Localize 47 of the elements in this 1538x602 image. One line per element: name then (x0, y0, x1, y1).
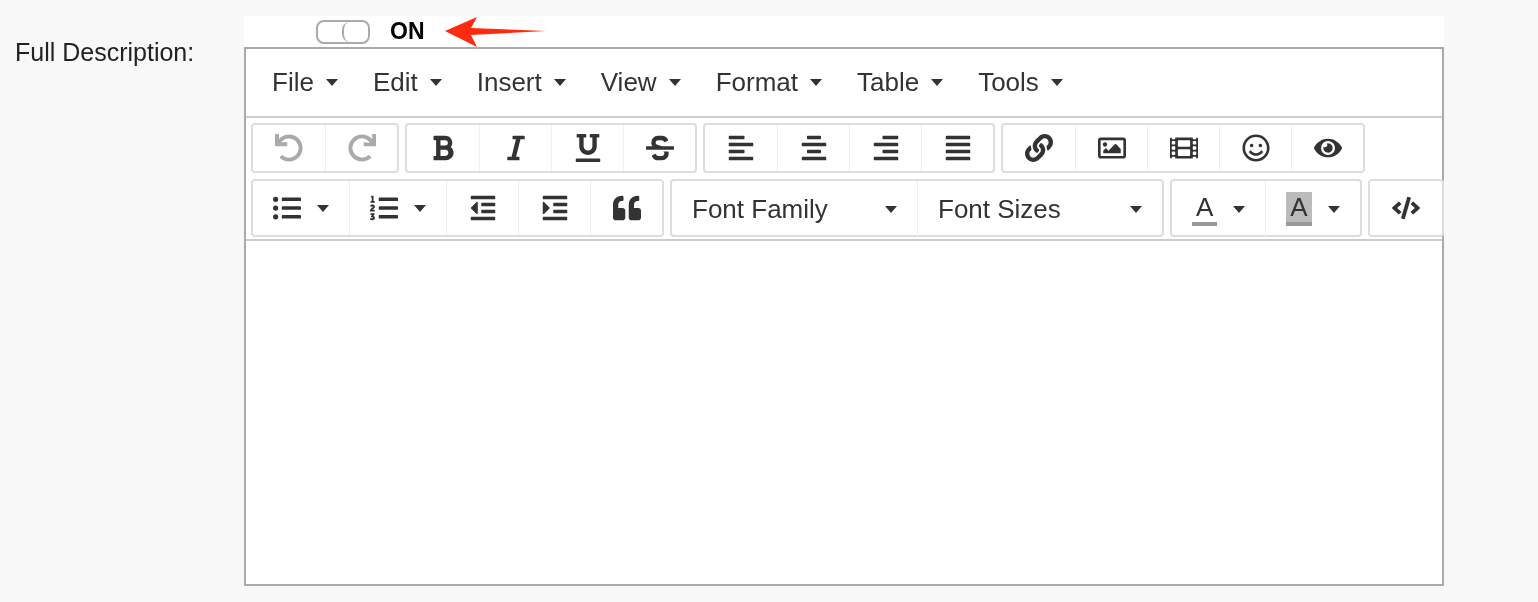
caret-icon (317, 204, 329, 212)
letter-a: A (1192, 192, 1218, 226)
code-icon (1391, 194, 1420, 222)
menu-item[interactable]: Table (857, 63, 944, 102)
smiley-icon (1241, 134, 1270, 162)
highlight-color-button[interactable]: A (1265, 181, 1360, 237)
caret-icon (1327, 205, 1340, 213)
caret-icon (810, 79, 822, 86)
dropdown-label: Font Family (692, 192, 828, 226)
caret-icon (1130, 205, 1142, 213)
menu-item[interactable]: Edit (372, 63, 442, 102)
caret-icon (429, 79, 442, 86)
menu-item[interactable]: View (600, 63, 681, 102)
toggle-label: ON (390, 17, 425, 47)
field-label: Full Description: (15, 37, 196, 68)
bullet-list-icon (273, 194, 301, 222)
link-icon (1025, 134, 1053, 162)
font-dropdown[interactable]: Font Family (672, 181, 917, 237)
caret-icon (931, 79, 944, 86)
caret-icon (414, 204, 426, 212)
align-left-icon (727, 134, 755, 162)
align-right-icon (871, 134, 900, 162)
text-color-button[interactable]: A (1172, 181, 1266, 237)
caret-icon (668, 79, 681, 86)
outdent-icon (468, 194, 497, 222)
caret-icon (1050, 79, 1063, 86)
font-dropdown[interactable]: Font Sizes (917, 181, 1162, 237)
quote-icon (612, 194, 641, 222)
letter-a: A (1286, 192, 1312, 226)
align-center-icon (799, 134, 828, 162)
menu-item[interactable]: Format (715, 63, 822, 102)
numbered-list-icon (370, 194, 398, 222)
justify-icon (943, 134, 972, 162)
menu-item[interactable]: Tools (978, 63, 1063, 102)
caret-icon (553, 79, 566, 86)
redo-icon (347, 134, 376, 162)
undo-icon (275, 134, 303, 162)
caret-icon (1233, 205, 1246, 213)
caret-icon (885, 205, 897, 213)
menu-item[interactable]: File (272, 63, 338, 102)
caret-icon (325, 79, 338, 86)
underline-icon (573, 134, 602, 162)
menu-item[interactable]: Insert (476, 63, 566, 102)
toggle-switch[interactable] (316, 19, 370, 44)
dropdown-label: Font Sizes (938, 192, 1061, 226)
strikethrough-icon (645, 134, 674, 162)
indent-icon (540, 194, 569, 222)
